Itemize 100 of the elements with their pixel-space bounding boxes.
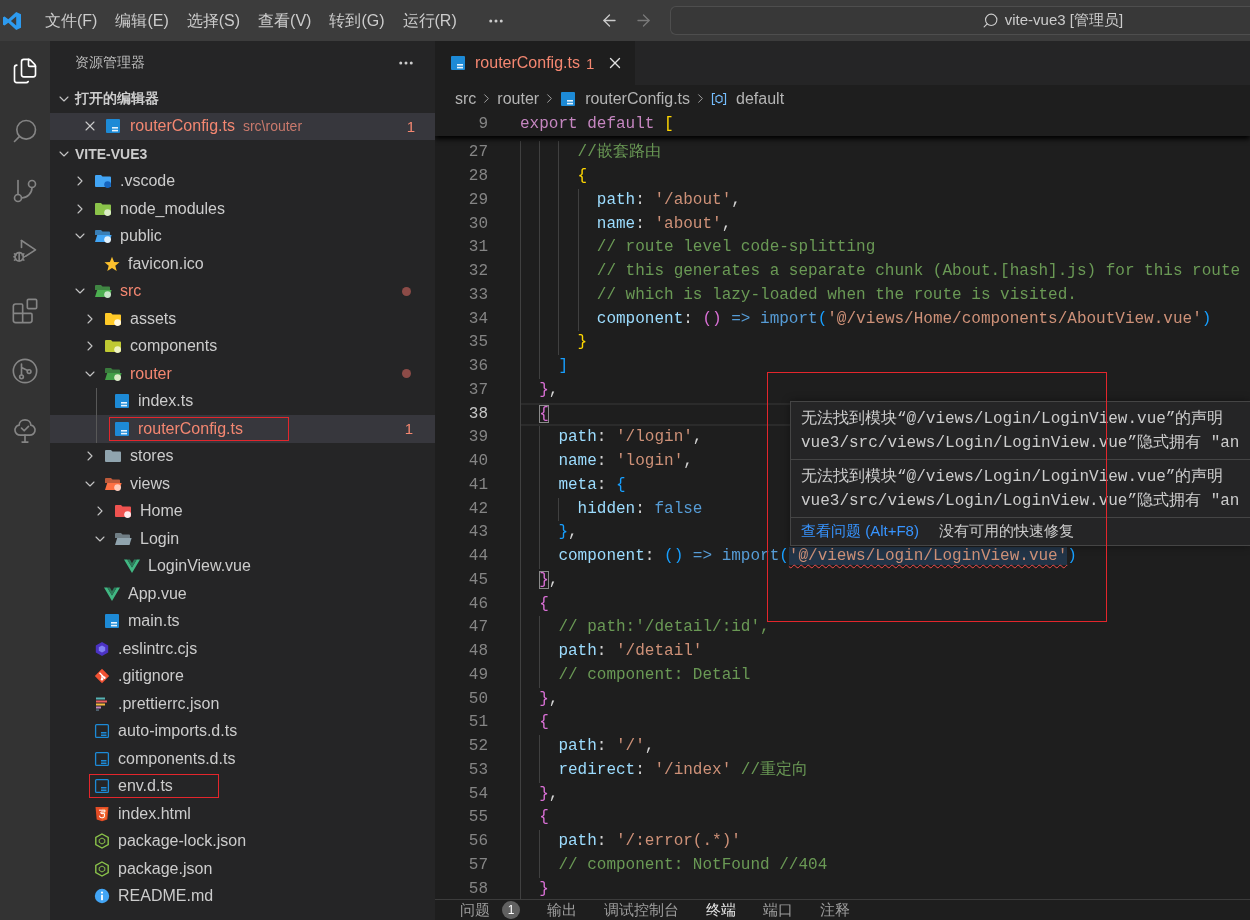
diamond-icon xyxy=(94,668,110,685)
line-number: 38 xyxy=(468,404,488,423)
line-number: 44 xyxy=(468,547,488,565)
code-line: // component: NotFound //404 xyxy=(558,854,828,876)
panel-tab[interactable]: 注释 xyxy=(820,900,850,920)
tree-item[interactable]: node_modules xyxy=(50,195,435,223)
code-line: }, xyxy=(539,783,559,805)
code-line: name: 'login', xyxy=(558,451,693,472)
code-line: path: '/login', xyxy=(558,427,703,449)
tree-item[interactable]: .prettierrc.json xyxy=(50,690,435,718)
vue-file-icon xyxy=(124,558,140,575)
breadcrumb[interactable]: router xyxy=(497,89,540,108)
line-number: 31 xyxy=(468,238,488,257)
files-icon[interactable] xyxy=(11,57,39,85)
editor-tab[interactable]: routerConfig.ts 1 xyxy=(435,41,636,85)
vue-file-icon xyxy=(104,585,120,602)
panel-tab[interactable]: 终端 xyxy=(706,900,736,920)
code-line: name: 'about', xyxy=(596,213,732,235)
branch-circle-icon[interactable] xyxy=(11,357,39,385)
code-line: { xyxy=(539,712,549,734)
code-line: // route level code-splitting xyxy=(596,237,876,259)
menu-item[interactable]: 运行(R) xyxy=(393,0,466,41)
tree-item[interactable]: README.md xyxy=(50,882,435,910)
tree-item[interactable]: index.ts xyxy=(50,387,435,415)
folder-icon xyxy=(104,448,122,465)
tree-icon[interactable] xyxy=(11,417,39,445)
line-number: 40 xyxy=(468,452,488,470)
tree-item[interactable]: .eslintrc.cjs xyxy=(50,635,435,663)
tree-item[interactable]: favicon.ico xyxy=(50,250,435,278)
panel-tab[interactable]: 问题 1 xyxy=(460,900,520,920)
line-number: 36 xyxy=(468,357,488,375)
status-dot-icon xyxy=(402,286,411,296)
tree-item[interactable]: stores xyxy=(50,442,435,470)
ts-file-icon xyxy=(114,393,130,410)
tree-item[interactable]: public xyxy=(50,222,435,250)
menu-item[interactable]: 编辑(E) xyxy=(106,0,178,41)
run-debug-icon[interactable] xyxy=(11,237,39,265)
code-line: { xyxy=(539,807,549,829)
ts-file-icon xyxy=(560,90,577,107)
breadcrumb[interactable]: src xyxy=(455,89,477,108)
menu-item[interactable]: 转到(G) xyxy=(320,0,394,41)
tree-item[interactable]: .gitignore xyxy=(50,662,435,690)
command-center-field[interactable]: vite-vue3 [管理员] xyxy=(669,6,1250,35)
tree-item[interactable]: src xyxy=(50,277,435,305)
line-number: 34 xyxy=(468,309,488,328)
tree-item[interactable]: .vscode xyxy=(50,167,435,195)
tree-item[interactable]: assets xyxy=(50,305,435,333)
tree-item[interactable]: package.json xyxy=(50,855,435,883)
menu-item[interactable]: 查看(V) xyxy=(249,0,321,41)
code-line: { xyxy=(577,166,588,187)
panel-tab[interactable]: 端口 xyxy=(763,900,793,920)
folder-icon xyxy=(114,503,132,520)
extensions-icon[interactable] xyxy=(11,297,39,325)
line-number: 51 xyxy=(468,713,488,732)
ts-file-icon xyxy=(104,613,120,630)
tree-item[interactable]: components.d.ts xyxy=(50,745,435,773)
menu-item[interactable]: 文件(F) xyxy=(36,0,107,41)
code-line: // which is lazy-loaded when the route is visited. xyxy=(596,284,1077,306)
tree-item[interactable]: views xyxy=(50,470,435,498)
tree-item[interactable]: env.d.ts xyxy=(50,772,435,800)
count-badge: 1 xyxy=(502,901,520,919)
branch-icon[interactable] xyxy=(11,177,39,205)
line-number: 50 xyxy=(468,689,488,708)
search-icon[interactable] xyxy=(11,117,39,145)
tree-item[interactable]: Login xyxy=(50,525,435,553)
code-line: } xyxy=(577,332,588,354)
breadcrumb[interactable]: default xyxy=(711,89,785,108)
menu-item[interactable]: 选择(S) xyxy=(177,0,250,41)
line-number: 45 xyxy=(468,570,488,589)
line-number: 49 xyxy=(468,665,488,684)
panel-tab[interactable]: 调试控制台 xyxy=(604,900,679,920)
tree-item[interactable]: App.vue xyxy=(50,580,435,608)
section-header[interactable]: VITE-VUE3 xyxy=(50,140,435,168)
section-header[interactable]: 打开的编辑器 xyxy=(50,85,435,113)
star-icon xyxy=(104,255,120,272)
striped-bars-icon xyxy=(94,695,110,712)
hexagon-icon xyxy=(94,860,110,877)
line-number: 47 xyxy=(468,618,488,637)
status-dot-icon xyxy=(402,369,411,379)
tree-item[interactable]: LoginView.vue xyxy=(50,552,435,580)
tree-item[interactable]: Home xyxy=(50,497,435,525)
panel-tab[interactable]: 输出 xyxy=(547,900,577,920)
code-line: // path:'/detail/:id', xyxy=(558,617,770,639)
tree-item[interactable]: auto-imports.d.ts xyxy=(50,717,435,745)
tree-item[interactable]: main.ts xyxy=(50,607,435,635)
line-number: 58 xyxy=(468,879,488,898)
tree-item[interactable]: components xyxy=(50,332,435,360)
folder-icon xyxy=(94,173,112,190)
line-number: 57 xyxy=(468,855,488,874)
code-line: // component: Detail xyxy=(558,664,751,686)
folder-icon xyxy=(94,283,112,300)
hexagon-icon xyxy=(94,640,110,657)
tree-item[interactable]: package-lock.json xyxy=(50,827,435,855)
line-number: 33 xyxy=(468,285,488,304)
breadcrumb[interactable]: routerConfig.ts xyxy=(560,89,691,108)
tree-item[interactable]: index.html xyxy=(50,800,435,828)
tree-item[interactable]: router xyxy=(50,360,435,388)
open-editor-item[interactable]: routerConfig.ts src\router 1 xyxy=(50,112,435,140)
view-problem-link[interactable]: 查看问题 (Alt+F8) xyxy=(801,521,919,541)
tree-item[interactable]: routerConfig.ts 1 xyxy=(50,415,435,443)
